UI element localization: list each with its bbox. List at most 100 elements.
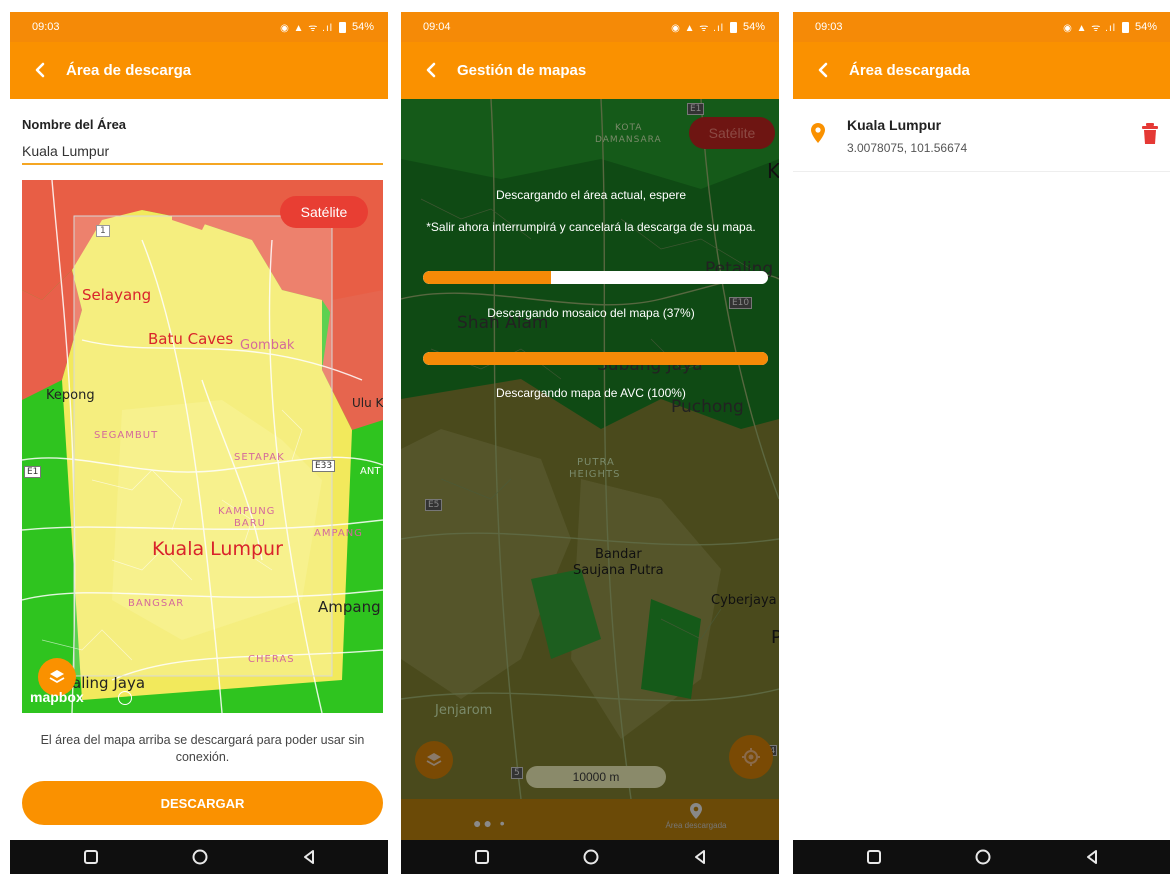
map-tiles bbox=[22, 180, 383, 713]
signal-icon: ◉ ▲ ᯤ .ıl bbox=[280, 23, 333, 34]
map-view[interactable]: E1 KOTA DAMANSARA K Petaling Jay E10 Sha… bbox=[401, 99, 779, 799]
map-label-e5: E5 bbox=[425, 499, 443, 511]
map-label-cheras: CHERAS bbox=[248, 654, 295, 665]
layers-button[interactable] bbox=[415, 741, 453, 779]
attribution-info-icon[interactable] bbox=[118, 691, 132, 705]
area-name: Kuala Lumpur bbox=[847, 117, 942, 133]
battery-icon bbox=[338, 21, 346, 33]
status-icons: ◉ ▲ ᯤ .ıl 54% bbox=[280, 20, 374, 34]
map-label-kampung: KAMPUNG bbox=[218, 506, 276, 517]
back-button[interactable] bbox=[417, 56, 445, 84]
layers-icon bbox=[49, 670, 65, 684]
offline-caption: El área del mapa arriba se descargará pa… bbox=[40, 733, 365, 764]
back-button[interactable] bbox=[26, 56, 54, 84]
bottom-tab-bar: ●● • Área descargada bbox=[401, 799, 779, 840]
map-label-selayang: Selayang bbox=[82, 286, 152, 304]
app-bar: Gestión de mapas bbox=[401, 42, 779, 99]
app-bar: Área descargada bbox=[793, 42, 1170, 99]
status-bar: 09:03 ◉ ▲ ᯤ .ıl 54% bbox=[793, 12, 1170, 42]
map-label-kota: KOTA bbox=[615, 123, 643, 133]
page-title: Área de descarga bbox=[66, 62, 192, 79]
map-label-segambut: SEGAMBUT bbox=[94, 430, 159, 441]
chevron-left-icon bbox=[818, 62, 828, 78]
map-label-road-5: 5 bbox=[511, 767, 523, 779]
map-label-bangsar: BANGSAR bbox=[128, 598, 185, 609]
area-coordinates: 3.0078075, 101.56674 bbox=[847, 141, 968, 155]
map-label-cyberjaya: Cyberjaya bbox=[711, 593, 777, 608]
status-time: 09:03 bbox=[815, 21, 843, 33]
map-label-baru: BARU bbox=[234, 518, 266, 529]
status-bar: 09:03 ◉ ▲ ᯤ .ıl 54% bbox=[10, 12, 388, 42]
recent-apps-icon[interactable] bbox=[473, 848, 491, 866]
map-label-ulu: Ulu K bbox=[352, 396, 383, 410]
map-label-batu-caves: Batu Caves bbox=[148, 330, 234, 348]
map-label-jenjarom: Jenjarom bbox=[435, 703, 493, 718]
back-triangle-icon[interactable] bbox=[1083, 848, 1101, 866]
page-title: Gestión de mapas bbox=[457, 62, 587, 79]
status-time: 09:04 bbox=[423, 21, 451, 33]
more-dots-icon[interactable]: ●● • bbox=[473, 815, 507, 831]
back-triangle-icon[interactable] bbox=[691, 848, 709, 866]
home-icon[interactable] bbox=[191, 848, 209, 866]
map-label-heights: HEIGHTS bbox=[569, 469, 621, 480]
system-nav-bar bbox=[10, 840, 388, 874]
chevron-left-icon bbox=[426, 62, 436, 78]
area-name-input[interactable] bbox=[22, 139, 383, 165]
back-button[interactable] bbox=[809, 56, 837, 84]
location-pin-icon bbox=[690, 803, 702, 819]
location-pin-icon bbox=[811, 123, 825, 143]
battery-icon bbox=[729, 21, 737, 33]
crosshair-icon bbox=[742, 748, 760, 766]
tiles-progress-fill bbox=[423, 271, 551, 284]
tiles-progress-bar bbox=[423, 271, 768, 284]
status-time: 09:03 bbox=[32, 21, 60, 33]
downloaded-area-item[interactable]: Kuala Lumpur 3.0078075, 101.56674 bbox=[793, 99, 1170, 172]
map-scale: 10000 m bbox=[526, 766, 666, 788]
area-name-label: Nombre del Área bbox=[22, 117, 127, 132]
satellite-toggle-button[interactable]: Satélite bbox=[280, 196, 368, 228]
system-nav-bar bbox=[793, 840, 1170, 874]
tiles-progress-label: Descargando mosaico del mapa (37%) bbox=[487, 306, 695, 320]
download-button[interactable]: DESCARGAR bbox=[22, 781, 383, 825]
battery-level: 54% bbox=[742, 21, 765, 33]
recent-apps-icon[interactable] bbox=[865, 848, 883, 866]
map-label-damansara: DAMANSARA bbox=[595, 135, 662, 145]
status-icons: ◉ ▲ ᯤ .ıl 54% bbox=[1063, 20, 1157, 34]
home-icon[interactable] bbox=[582, 848, 600, 866]
tab-downloaded-area[interactable]: Área descargada bbox=[656, 803, 736, 830]
status-icons: ◉ ▲ ᯤ .ıl 54% bbox=[671, 20, 765, 34]
delete-icon[interactable] bbox=[1141, 123, 1159, 145]
map-label-bandar: Bandar bbox=[595, 547, 642, 562]
page-title: Área descargada bbox=[849, 62, 970, 79]
my-location-button[interactable] bbox=[729, 735, 773, 779]
map-label-road-1: 1 bbox=[96, 225, 110, 237]
map-label-e33: E33 bbox=[312, 460, 336, 472]
screen-download-area: 09:03 ◉ ▲ ᯤ .ıl 54% Área de descarga Nom… bbox=[10, 12, 388, 874]
map-label-p: P bbox=[771, 627, 779, 648]
home-icon[interactable] bbox=[974, 848, 992, 866]
avc-progress-fill bbox=[423, 352, 768, 365]
map-label-saujana-putra: Saujana Putra bbox=[573, 563, 664, 578]
avc-progress-bar bbox=[423, 352, 768, 365]
satellite-toggle-button[interactable]: Satélite bbox=[689, 117, 775, 149]
battery-level: 54% bbox=[351, 21, 374, 33]
signal-icon: ◉ ▲ ᯤ .ıl bbox=[671, 23, 724, 34]
recent-apps-icon[interactable] bbox=[82, 848, 100, 866]
map-label-ant: ANT bbox=[360, 466, 381, 477]
battery-icon bbox=[1121, 21, 1129, 33]
map-label-e1: E1 bbox=[687, 103, 705, 115]
layers-icon bbox=[426, 753, 442, 767]
screen-map-management: 09:04 ◉ ▲ ᯤ .ıl 54% Gestión de mapas E1 … bbox=[401, 12, 779, 874]
map-label-e1: E1 bbox=[24, 466, 42, 478]
map-view[interactable]: 1 Selayang Batu Caves Gombak Kepong Ulu … bbox=[22, 180, 383, 713]
mapbox-logo: mapbox bbox=[30, 689, 84, 705]
chevron-left-icon bbox=[35, 62, 45, 78]
map-label-setapak: SETAPAK bbox=[234, 452, 285, 463]
app-bar: Área de descarga bbox=[10, 42, 388, 99]
map-label-k: K bbox=[767, 159, 779, 183]
map-label-kepong: Kepong bbox=[46, 388, 95, 403]
status-bar: 09:04 ◉ ▲ ᯤ .ıl 54% bbox=[401, 12, 779, 42]
map-label-putra: PUTRA bbox=[577, 457, 615, 468]
back-triangle-icon[interactable] bbox=[300, 848, 318, 866]
signal-icon: ◉ ▲ ᯤ .ıl bbox=[1063, 23, 1116, 34]
